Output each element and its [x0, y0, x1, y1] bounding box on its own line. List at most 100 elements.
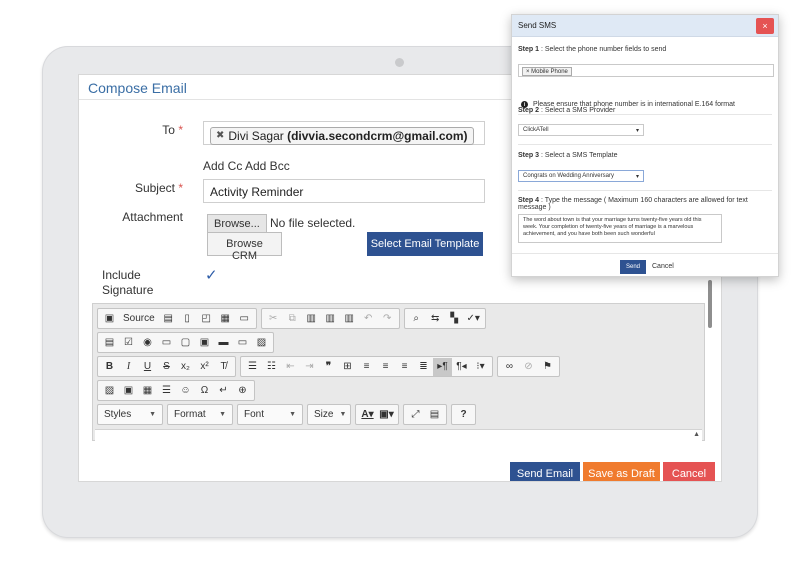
size-dropdown[interactable]: Size ▼ — [307, 404, 351, 425]
include-signature-label: Include Signature — [102, 268, 153, 298]
add-bcc-link[interactable]: Add Bcc — [245, 159, 290, 173]
paste-word-icon[interactable]: ▥ — [340, 310, 359, 328]
underline-icon[interactable]: U — [138, 358, 157, 376]
paste-text-icon[interactable]: ▥ — [321, 310, 340, 328]
add-cc-link[interactable]: Add Cc — [203, 159, 242, 173]
bg-color-icon[interactable]: ▣▾ — [377, 406, 396, 424]
close-icon[interactable]: × — [756, 18, 774, 34]
select-all-icon[interactable]: ▚ — [445, 310, 464, 328]
link-icon[interactable]: ∞ — [500, 358, 519, 376]
phone-fields-input[interactable]: × Mobile Phone — [518, 64, 774, 77]
send-email-button[interactable]: Send Email — [510, 462, 580, 481]
subscript-icon[interactable]: x₂ — [176, 358, 195, 376]
anchor-icon[interactable]: ⚑ — [538, 358, 557, 376]
cut-icon[interactable]: ✂ — [264, 310, 283, 328]
checkbox-icon[interactable]: ☑ — [119, 334, 138, 352]
cancel-button[interactable]: Cancel — [663, 462, 715, 481]
italic-icon[interactable]: I — [119, 358, 138, 376]
styles-dropdown[interactable]: Styles ▼ — [97, 404, 163, 425]
radio-icon[interactable]: ◉ — [138, 334, 157, 352]
flash-icon[interactable]: ▣ — [119, 382, 138, 400]
spellcheck-icon[interactable]: ✓▾ — [464, 310, 483, 328]
chevron-down-icon: ▼ — [289, 411, 296, 418]
button-field-icon[interactable]: ▬ — [214, 334, 233, 352]
remove-format-icon[interactable]: T̸ — [214, 358, 233, 376]
editor-body[interactable] — [95, 429, 702, 441]
divider — [518, 144, 772, 145]
phone-field-chip[interactable]: × Mobile Phone — [522, 67, 572, 76]
undo-icon[interactable]: ↶ — [359, 310, 378, 328]
redo-icon[interactable]: ↷ — [378, 310, 397, 328]
toolbar-group-forms: ▤ ☑ ◉ ▭ ▢ ▣ ▬ ▭ ▨ — [97, 332, 274, 353]
align-left-icon[interactable]: ≡ — [357, 358, 376, 376]
align-right-icon[interactable]: ≡ — [395, 358, 414, 376]
image-button-icon[interactable]: ▭ — [233, 334, 252, 352]
source-icon[interactable]: ▣ — [100, 310, 119, 328]
browse-button[interactable]: Browse... — [207, 214, 267, 234]
horizontal-rule-icon[interactable]: ☰ — [157, 382, 176, 400]
page-break-icon[interactable]: ↵ — [214, 382, 233, 400]
numbered-list-icon[interactable]: ☰ — [243, 358, 262, 376]
image-icon[interactable]: ▨ — [100, 382, 119, 400]
copy-icon[interactable]: ⧉ — [283, 310, 302, 328]
step-1-text: : Select the phone number fields to send — [540, 46, 667, 53]
recipient-chip[interactable]: ✖ Divi Sagar (divvia.secondcrm@gmail.com… — [210, 126, 474, 145]
templates-icon[interactable]: ▭ — [235, 310, 254, 328]
blockquote-icon[interactable]: ❞ — [319, 358, 338, 376]
remove-recipient-icon[interactable]: ✖ — [216, 130, 224, 141]
justify-icon[interactable]: ≣ — [414, 358, 433, 376]
strike-icon[interactable]: S — [157, 358, 176, 376]
superscript-icon[interactable]: x² — [195, 358, 214, 376]
include-signature-checkbox[interactable]: ✓ — [205, 266, 218, 284]
to-field[interactable]: ✖ Divi Sagar (divvia.secondcrm@gmail.com… — [203, 121, 485, 145]
scroll-up-icon[interactable]: ▲ — [693, 431, 700, 438]
sms-template-select[interactable]: Congrats on Wedding Anniversary ▾ — [518, 170, 644, 182]
sms-cancel-link[interactable]: Cancel — [652, 263, 674, 270]
font-dropdown[interactable]: Font ▼ — [237, 404, 303, 425]
include-signature-line2: Signature — [102, 283, 154, 297]
select-field-icon[interactable]: ▣ — [195, 334, 214, 352]
save-icon[interactable]: ▤ — [159, 310, 178, 328]
replace-icon[interactable]: ⇆ — [426, 310, 445, 328]
select-email-template-button[interactable]: Select Email Template — [367, 232, 483, 256]
hidden-field-icon[interactable]: ▨ — [252, 334, 271, 352]
bold-icon[interactable]: B — [100, 358, 119, 376]
sms-provider-select[interactable]: ClickATell ▾ — [518, 124, 644, 136]
table-icon[interactable]: ▦ — [138, 382, 157, 400]
paste-icon[interactable]: ▥ — [302, 310, 321, 328]
ltr-icon[interactable]: ▸¶ — [433, 357, 452, 376]
source-button[interactable]: Source — [119, 310, 159, 328]
textfield-icon[interactable]: ▭ — [157, 334, 176, 352]
browse-crm-button[interactable]: Browse CRM — [207, 232, 282, 262]
sms-send-button[interactable]: Send — [620, 260, 646, 274]
modal-title: Send SMS — [518, 21, 557, 30]
print-icon[interactable]: ▦ — [216, 310, 235, 328]
textarea-icon[interactable]: ▢ — [176, 334, 195, 352]
div-icon[interactable]: ⊞ — [338, 358, 357, 376]
subject-input[interactable]: Activity Reminder — [203, 179, 485, 203]
unlink-icon[interactable]: ⊘ — [519, 358, 538, 376]
special-char-icon[interactable]: Ω — [195, 382, 214, 400]
toolbar-row-4: ▨ ▣ ▦ ☰ ☺ Ω ↵ ⊕ — [97, 380, 255, 401]
bulleted-list-icon[interactable]: ☷ — [262, 358, 281, 376]
smiley-icon[interactable]: ☺ — [176, 382, 195, 400]
sms-message-textarea[interactable]: The word about town is that your marriag… — [518, 214, 722, 243]
show-blocks-icon[interactable]: ▤ — [425, 406, 444, 424]
find-icon[interactable]: ⌕ — [407, 310, 426, 328]
indent-icon[interactable]: ⇥ — [300, 358, 319, 376]
new-page-icon[interactable]: ▯ — [178, 310, 197, 328]
preview-icon[interactable]: ◰ — [197, 310, 216, 328]
text-color-icon[interactable]: A▾ — [358, 406, 377, 424]
align-center-icon[interactable]: ≡ — [376, 358, 395, 376]
maximize-icon[interactable]: ⤢ — [406, 406, 425, 424]
page-scrollbar[interactable] — [708, 280, 712, 328]
iframe-icon[interactable]: ⊕ — [233, 382, 252, 400]
language-icon[interactable]: ⁝▾ — [471, 358, 490, 376]
outdent-icon[interactable]: ⇤ — [281, 358, 300, 376]
save-as-draft-button[interactable]: Save as Draft — [583, 462, 660, 481]
format-dropdown[interactable]: Format ▼ — [167, 404, 233, 425]
form-icon[interactable]: ▤ — [100, 334, 119, 352]
rtl-icon[interactable]: ¶◂ — [452, 358, 471, 376]
chevron-down-icon: ▾ — [635, 174, 639, 180]
help-icon[interactable]: ? — [454, 406, 473, 424]
